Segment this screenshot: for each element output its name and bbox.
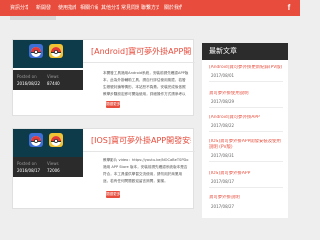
read-more-button[interactable]: 閱讀更多 (106, 101, 120, 108)
recent-post-date: 2017/08/31 (211, 153, 235, 158)
recent-post-date: 2017/08/17 (211, 179, 235, 184)
post-thumbnail[interactable] (13, 129, 83, 157)
sidebar-recent-posts: 最新文章 [Android]寶可夢外掛更新紀錄(PV版) 2017/08/01 … (202, 43, 288, 218)
facebook-icon[interactable]: f (285, 3, 293, 13)
posted-on-label: Posted on (17, 161, 37, 166)
nav-item-5[interactable]: 其他分享 (101, 4, 119, 12)
recent-post-link[interactable]: [IOS]寶可夢外掛APP開發安裝及使用說明 (PV版) (209, 139, 283, 151)
posted-on-date: 2016/08/22 (17, 81, 41, 86)
recent-post-date: 2017/08/22 (211, 123, 235, 128)
sidebar-title: 最新文章 (209, 47, 237, 55)
nav-item-3[interactable]: 使用指南 (58, 4, 76, 12)
top-nav-bar: 資訊分享 新開發 使用指南 相關介紹 其他分享 常見問題 聯繫方式 關於我們 f (0, 0, 300, 16)
post-meta: Posted on 2016/08/17 Views 72006 (13, 157, 83, 177)
app-icon-yellow (49, 133, 63, 147)
app-icon-yellow (49, 44, 63, 58)
divider (209, 161, 283, 162)
divider (209, 81, 283, 82)
nav-item-2[interactable]: 新開發 (36, 4, 52, 12)
nav-item-1[interactable]: 資訊分享 (10, 4, 28, 12)
views-label: Views (47, 161, 59, 166)
recent-post-link[interactable]: 寶可夢外掛說明 (209, 195, 283, 201)
post-meta: Posted on 2016/08/22 Views 87440 (13, 70, 83, 90)
app-icon-blue (29, 44, 43, 58)
recent-post-link[interactable]: [Android]寶可夢外掛更新紀錄(PV版) (209, 65, 283, 71)
post-thumbnail[interactable] (13, 40, 83, 68)
divider (83, 62, 195, 63)
divider (209, 107, 283, 108)
post-card: Posted on 2016/08/17 Views 72006 [IOS]寶可… (12, 128, 195, 209)
recent-post-date: 2017/08/27 (211, 204, 235, 209)
views-count: 72006 (47, 168, 60, 173)
recent-post-link[interactable]: 寶可夢外掛使用說明 (209, 91, 283, 97)
nav-item-8[interactable]: 關於我們 (164, 4, 182, 12)
divider (209, 131, 283, 132)
divider (83, 151, 195, 152)
nav-item-7[interactable]: 聯繫方式 (141, 4, 159, 12)
views-label: Views (47, 74, 59, 79)
recent-post-link[interactable]: [Android]寶可夢外掛APP (209, 115, 283, 121)
recent-post-link[interactable]: [IOS]寶可夢外掛APP (209, 171, 283, 177)
post-excerpt: 本開發工具適用Android系統，安裝前請先確認APP版本，此為外掛輔助工具，請… (103, 71, 189, 96)
post-title[interactable]: [Android]寶可夢外掛APP開發安裝及使用 (91, 46, 191, 58)
recent-post-date: 2017/08/29 (211, 99, 235, 104)
nav-item-6[interactable]: 常見問題 (121, 4, 139, 12)
recent-post-date: 2017/08/01 (211, 73, 235, 78)
divider (209, 187, 283, 188)
read-more-button[interactable]: 閱讀更多 (106, 191, 120, 198)
breadcrumb (10, 16, 56, 20)
app-icon-blue (29, 133, 43, 147)
post-excerpt: 教學影片 video：https://youtu.be/NOCaBeTSPDo … (103, 158, 189, 183)
post-title[interactable]: [IOS]寶可夢外掛APP開發安裝及使用 (91, 135, 191, 147)
views-count: 87440 (47, 81, 60, 86)
sidebar-header: 最新文章 (202, 43, 288, 60)
post-card: Posted on 2016/08/22 Views 87440 [Androi… (12, 39, 195, 116)
nav-item-4[interactable]: 相關介紹 (80, 4, 98, 12)
posted-on-label: Posted on (17, 74, 37, 79)
posted-on-date: 2016/08/17 (17, 168, 41, 173)
